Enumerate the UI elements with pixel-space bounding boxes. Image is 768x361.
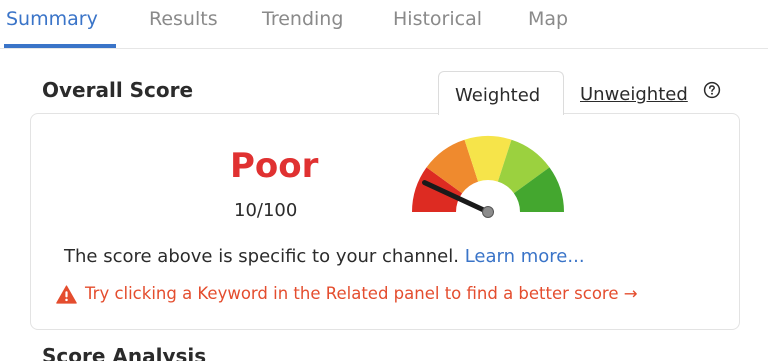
page: Summary Results Trending Historical Map … bbox=[0, 0, 768, 361]
score-value: 10/100 bbox=[234, 200, 298, 221]
learn-more-link[interactable]: Learn more... bbox=[465, 246, 585, 267]
warning-text: Try clicking a Keyword in the Related pa… bbox=[85, 284, 638, 303]
tab-map[interactable]: Map bbox=[528, 8, 568, 30]
weighted-toggle[interactable]: Weighted bbox=[438, 71, 564, 115]
gauge-hub bbox=[482, 206, 494, 218]
gauge-meter bbox=[412, 136, 564, 218]
active-tab-indicator bbox=[4, 44, 116, 48]
overall-score-title: Overall Score bbox=[42, 78, 194, 102]
tab-summary[interactable]: Summary bbox=[6, 8, 98, 30]
rating-label: Poor bbox=[230, 146, 319, 186]
tab-historical[interactable]: Historical bbox=[393, 8, 482, 30]
score-analysis-title: Score Analysis bbox=[42, 344, 207, 361]
description-text: The score above is specific to your chan… bbox=[64, 246, 459, 267]
tab-bar: Summary Results Trending Historical Map bbox=[0, 0, 768, 49]
tab-trending[interactable]: Trending bbox=[262, 8, 343, 30]
weighted-label: Weighted bbox=[455, 85, 541, 106]
tab-results[interactable]: Results bbox=[149, 8, 218, 30]
unweighted-toggle[interactable]: Unweighted bbox=[580, 84, 688, 105]
help-circle-icon[interactable] bbox=[703, 81, 721, 99]
warning-triangle-icon bbox=[56, 285, 77, 304]
score-description: The score above is specific to your chan… bbox=[64, 246, 585, 267]
